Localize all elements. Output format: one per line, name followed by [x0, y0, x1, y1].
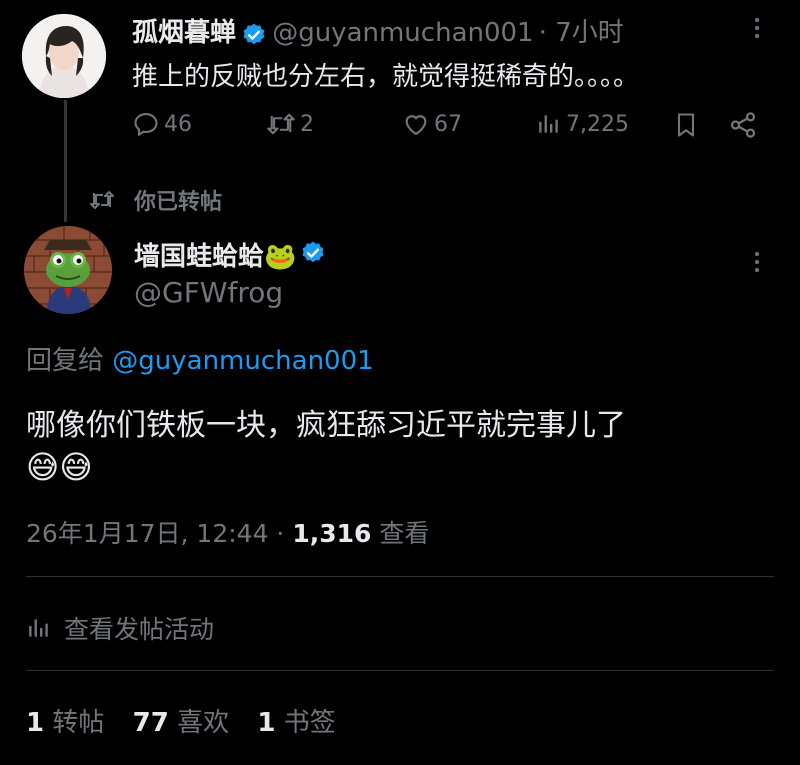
quoted-author-name[interactable]: 孤烟暮蝉 [132, 18, 236, 48]
retweets-stat-number: 1 [26, 708, 45, 738]
views-icon [539, 115, 558, 133]
heart-icon [405, 115, 427, 136]
bookmarks-stat[interactable]: 1 书签 [257, 708, 335, 738]
tweet-author: 墙国蛙蛤蛤🐸 [134, 236, 326, 273]
view-count: 1,316 [292, 519, 372, 548]
reply-button[interactable]: 46 [132, 110, 192, 138]
quoted-text: 推上的反贼也分左右，就觉得挺稀奇的。。。。 [132, 62, 640, 92]
quoted-time[interactable]: · 7小时 [539, 18, 624, 48]
like-button[interactable]: 67 [402, 110, 462, 138]
bookmarks-stat-label: 书签 [283, 708, 336, 738]
more-options-icon[interactable] [752, 14, 762, 42]
repost-label: 你已转帖 [134, 190, 223, 215]
author-name[interactable]: 墙国蛙蛤蛤🐸 [134, 236, 296, 273]
divider [26, 576, 774, 577]
post-activity-link[interactable]: 查看发帖活动 [26, 610, 214, 646]
retweet-button[interactable]: 2 [266, 110, 314, 138]
tweet-timestamp[interactable]: 26年1月17日, 12:44 · [26, 519, 284, 548]
view-label: 查看 [379, 519, 430, 548]
reply-to-link[interactable]: @guyanmuchan001 [112, 346, 373, 376]
likes-stat[interactable]: 77 喜欢 [133, 708, 238, 738]
tweet-meta: 26年1月17日, 12:44 · 1,316 查看 [26, 514, 429, 550]
reply-context: 回复给 @guyanmuchan001 [26, 340, 374, 377]
divider [26, 670, 774, 671]
thread-line [64, 100, 67, 222]
likes-stat-label: 喜欢 [177, 708, 230, 738]
analytics-icon [29, 619, 48, 637]
repost-indicator: 你已转帖 [88, 184, 222, 216]
reply-count: 46 [164, 111, 192, 137]
retweet-icon [267, 113, 295, 135]
reply-icon [134, 113, 158, 137]
retweet-count: 2 [300, 111, 314, 137]
like-count: 67 [434, 111, 462, 137]
bookmarks-stat-number: 1 [257, 708, 276, 738]
likes-stat-number: 77 [132, 708, 169, 738]
tweet-text: 哪像你们铁板一块，疯狂舔习近平就完事儿了 [26, 408, 626, 443]
engagement-stats: 1 转帖 77 喜欢 1 书签 [26, 702, 336, 739]
post-activity-label: 查看发帖活动 [64, 615, 215, 644]
quoted-header: 孤烟暮蝉 @guyanmuchan001 · 7小时 [132, 12, 624, 52]
quoted-author-handle[interactable]: @guyanmuchan001 [272, 18, 533, 48]
bookmark-icon[interactable] [672, 110, 700, 144]
retweets-stat-label: 转帖 [52, 708, 105, 738]
views-count: 7,225 [566, 111, 629, 137]
views-button[interactable]: 7,225 [536, 110, 629, 138]
avatar-gfwfrog[interactable] [24, 226, 112, 314]
author-handle[interactable]: @GFWfrog [134, 276, 283, 309]
retweet-small-icon [90, 191, 114, 209]
tweet-emoji: 😅😅 [26, 448, 93, 486]
verified-badge-icon [300, 240, 326, 270]
reply-prefix: 回复给 [26, 346, 105, 376]
retweets-stat[interactable]: 1 转帖 [26, 708, 113, 738]
avatar-guyanmuchan[interactable] [22, 14, 106, 98]
verified-badge-icon [241, 22, 267, 52]
share-icon[interactable] [728, 110, 758, 144]
more-options-icon[interactable] [752, 248, 762, 276]
